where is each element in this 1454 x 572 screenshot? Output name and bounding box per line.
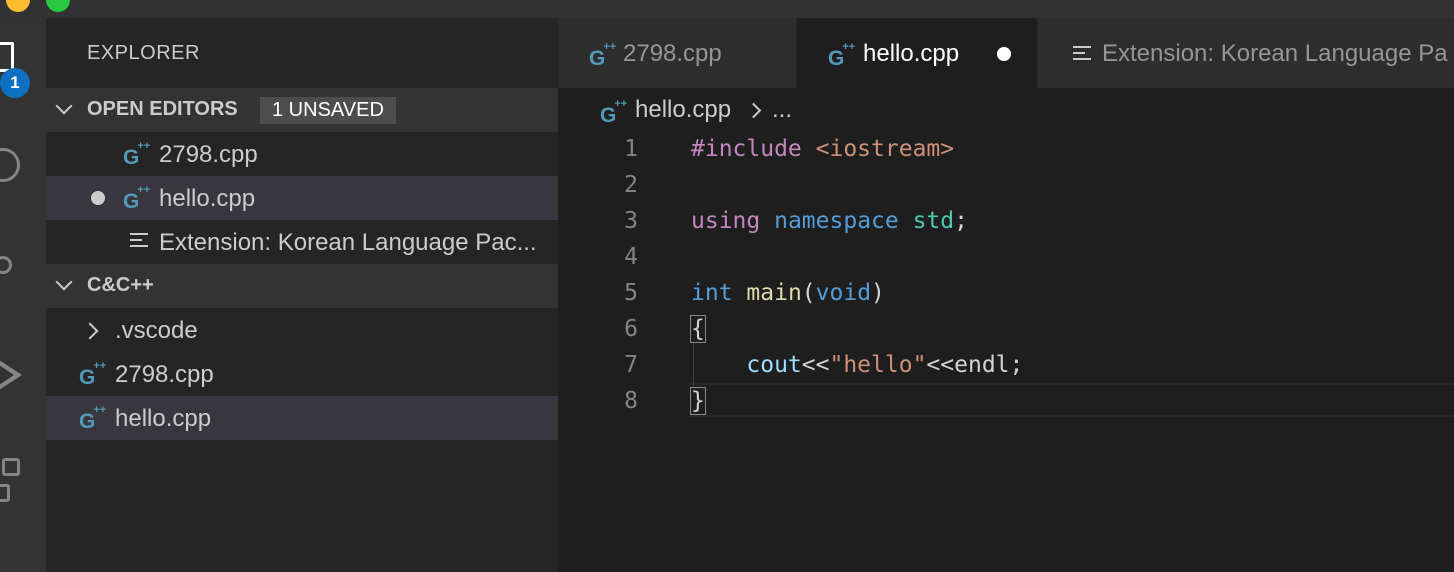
debug-icon-inner [0,363,14,387]
line-number: 7 [624,352,638,378]
chevron-right-icon [81,322,99,340]
folder-header[interactable]: C&C++ [46,264,558,308]
chevron-right-icon [745,102,762,119]
sidebar-title: EXPLORER [87,42,200,64]
open-editors-header[interactable]: OPEN EDITORS 1 UNSAVED [46,88,558,132]
tree-item-label: .vscode [115,317,198,344]
open-editor-item-2798[interactable]: G++ 2798.cpp [46,132,558,176]
activity-bar: 1 [0,18,46,572]
preview-icon [130,233,148,249]
open-editors-label: OPEN EDITORS [87,98,238,120]
cpp-icon: G++ [79,360,107,389]
search-icon[interactable] [0,148,20,182]
editor-tabs: G++ 2798.cpp G++ hello.cpp Extension: Ko… [558,18,1454,88]
open-editor-label: hello.cpp [159,185,256,212]
tree-item-hello[interactable]: G++ hello.cpp [46,396,558,440]
code-token: using [691,208,761,234]
code-token: ( [801,280,816,306]
code-line-1: #include <iostream> [691,136,954,162]
tab-label: hello.cpp [863,40,960,67]
line-number: 6 [624,316,638,342]
code-token: namespace [774,208,899,234]
cpp-icon: G++ [123,140,151,169]
code-token: int [691,280,733,306]
tab-2798[interactable]: G++ 2798.cpp [558,18,797,88]
cpp-icon: G++ [589,41,617,70]
tab-label: Extension: Korean Language Pa [1102,40,1448,67]
unsaved-badge: 1 UNSAVED [260,97,396,124]
unsaved-dot-icon[interactable] [997,47,1011,61]
tree-item-2798[interactable]: G++ 2798.cpp [46,352,558,396]
preview-icon [1073,46,1091,62]
code-token: <iostream> [815,136,955,162]
open-editor-item-hello[interactable]: G++ hello.cpp [46,176,558,220]
line-number: 1 [624,136,638,162]
minimize-button[interactable] [6,0,30,12]
line-number: 3 [624,208,638,234]
code-token: main [746,280,802,306]
open-editor-item-extension[interactable]: Extension: Korean Language Pac... [46,220,558,264]
line-number: 4 [624,244,638,270]
title-bar [0,0,1454,18]
line-number: 8 [624,388,638,414]
chevron-down-icon [55,97,73,115]
open-editor-label: 2798.cpp [159,141,258,168]
code-line-7: cout<<"hello"<<endl; [691,352,1023,378]
code-line-5: int main(void) [691,280,885,306]
code-line-8: } [690,387,706,415]
code-token: void [815,280,872,306]
tree-item-label: 2798.cpp [115,361,214,388]
explorer-badge: 1 [0,68,30,98]
extensions-icon-part [0,484,10,502]
code-token: ; [954,208,968,234]
code-token: << [926,352,955,378]
code-token: endl [954,352,1010,378]
chevron-down-icon [55,273,73,291]
explorer-sidebar: EXPLORER OPEN EDITORS 1 UNSAVED G++ 2798… [46,18,558,572]
cpp-icon: G++ [828,41,856,70]
code-token: cout [746,352,802,378]
code-token: { [690,315,706,343]
code-token: std [912,208,955,234]
cpp-icon: G++ [123,184,151,213]
code-token: ; [1009,352,1024,378]
tab-hello[interactable]: G++ hello.cpp [797,18,1038,88]
code-line-3: using namespace std; [691,208,968,234]
tab-label: 2798.cpp [623,40,722,67]
tree-item-label: hello.cpp [115,405,212,432]
code-token: } [690,387,706,415]
maximize-button[interactable] [46,0,70,12]
breadcrumb-symbol[interactable]: ... [772,96,792,124]
source-control-icon[interactable] [0,256,12,274]
extensions-icon[interactable] [2,458,20,476]
code-line-6: { [690,315,706,343]
cpp-icon: G++ [600,98,628,127]
tab-extension[interactable]: Extension: Korean Language Pa [1038,18,1454,88]
tree-item-vscode[interactable]: .vscode [46,308,558,352]
line-number: 2 [624,172,638,198]
code-token: ) [871,280,885,306]
code-token: << [801,352,830,378]
code-token: #include [691,136,802,162]
cpp-icon: G++ [79,404,107,433]
unsaved-dot-icon[interactable] [91,191,105,205]
line-number: 5 [624,280,638,306]
code-token: "hello" [829,352,927,378]
code-editor[interactable]: 1 2 3 4 5 6 7 8 #include <iostream> usin… [558,130,1454,572]
breadcrumb-file[interactable]: hello.cpp [635,96,731,124]
folder-label: C&C++ [87,274,154,296]
open-editor-label: Extension: Korean Language Pac... [159,229,537,256]
